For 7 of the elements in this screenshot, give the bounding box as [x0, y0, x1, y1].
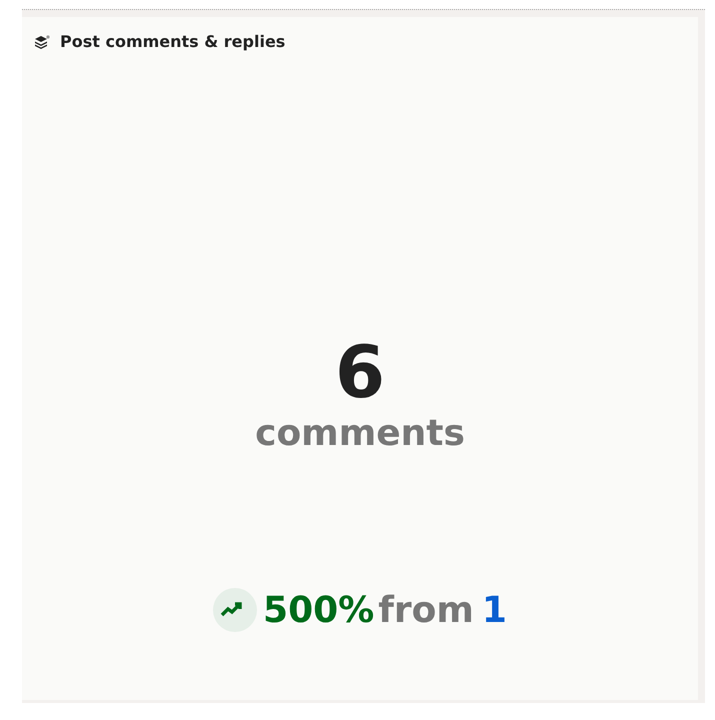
previous-value: 1 — [482, 590, 507, 631]
change-percent: 500% — [263, 590, 374, 631]
change-label: from — [378, 590, 474, 631]
card-title: Post comments & replies — [60, 32, 286, 51]
metric-unit: comments — [255, 412, 465, 456]
layers-icon — [34, 34, 50, 48]
metric-value: 6 — [334, 336, 386, 408]
